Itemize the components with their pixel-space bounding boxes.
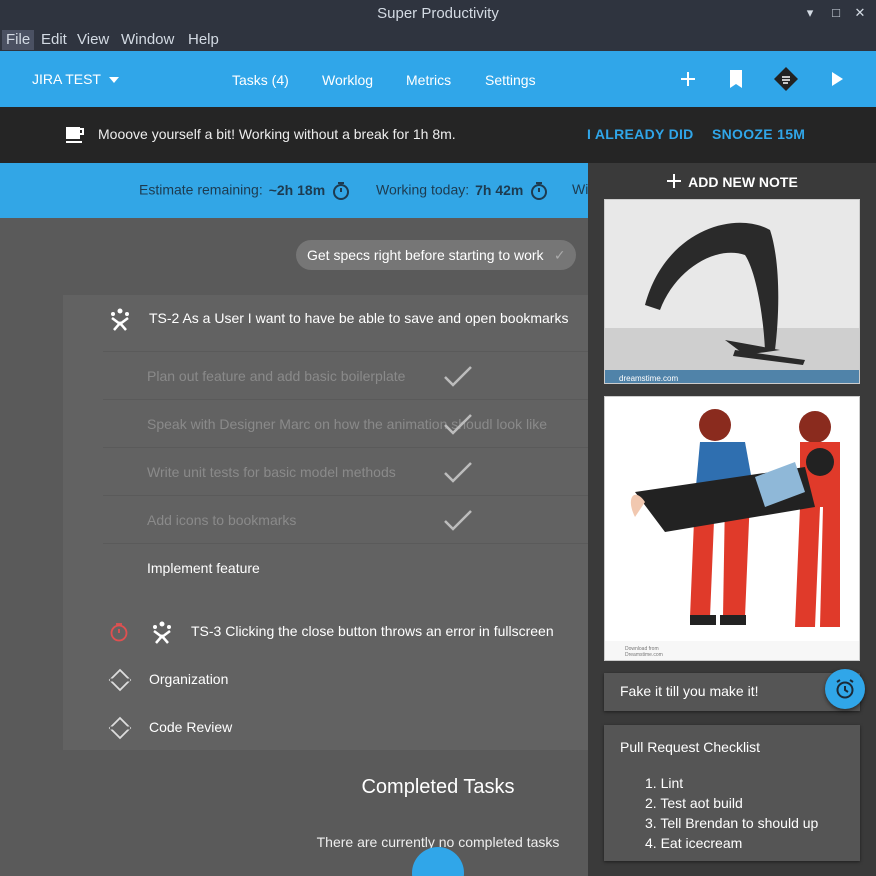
nav-settings[interactable]: Settings bbox=[485, 72, 536, 88]
illustration-image: Download from Dreamstime.com bbox=[605, 397, 859, 660]
add-note-button[interactable]: ADD NEW NOTE bbox=[588, 173, 876, 190]
checklist-item: 3. Tell Brendan to should up bbox=[645, 815, 819, 831]
working-value: 7h 42m bbox=[475, 181, 524, 198]
subtask-item[interactable]: Speak with Designer Marc on how the anim… bbox=[103, 399, 588, 447]
estimate-stat: Estimate remaining: ~2h 18m bbox=[139, 181, 350, 201]
completed-tasks-heading: Completed Tasks bbox=[361, 776, 515, 798]
text-note[interactable]: Fake it till you make it! bbox=[604, 673, 860, 711]
image-note[interactable]: dreamstime.com bbox=[604, 199, 860, 384]
coffee-icon bbox=[66, 127, 84, 143]
checklist-item: 1. Lint bbox=[645, 775, 684, 791]
task-title: Organization bbox=[149, 671, 229, 687]
focus-task-label: Get specs right before starting to work bbox=[307, 247, 544, 263]
timer-icon bbox=[333, 182, 350, 200]
jira-icon bbox=[153, 621, 171, 644]
check-icon[interactable] bbox=[443, 460, 473, 484]
caret-down-icon bbox=[108, 77, 119, 84]
work-stats-bar: Estimate remaining: ~2h 18m Working today… bbox=[0, 163, 588, 218]
working-label: Working today: bbox=[376, 181, 470, 198]
maximize-button[interactable]: □ bbox=[827, 4, 845, 22]
menu-bar: File Edit View Window Help bbox=[0, 27, 876, 51]
estimate-label: Estimate remaining: bbox=[139, 181, 263, 198]
estimate-value: ~2h 18m bbox=[268, 181, 326, 198]
subtask-item[interactable]: Write unit tests for basic model methods bbox=[103, 447, 588, 495]
stat-overflow: Wi bbox=[572, 181, 588, 197]
play-icon bbox=[832, 72, 843, 86]
play-button[interactable] bbox=[823, 65, 851, 93]
window-titlebar: Super Productivity ▾ □ ✕ bbox=[0, 0, 876, 27]
image-watermark: dreamstime.com bbox=[619, 374, 678, 383]
close-button[interactable]: ✕ bbox=[851, 4, 869, 22]
task-item[interactable]: TS-2 As a User I want to have be able to… bbox=[63, 295, 588, 343]
yoga-photo: dreamstime.com bbox=[605, 200, 859, 383]
checklist: 1. Lint 2. Test aot build 3. Tell Brenda… bbox=[645, 773, 818, 853]
subtask-title: Implement feature bbox=[147, 560, 260, 576]
completed-empty-text: There are currently no completed tasks bbox=[316, 834, 560, 850]
check-icon[interactable] bbox=[443, 412, 473, 436]
subtask-title: Write unit tests for basic model methods bbox=[147, 464, 396, 480]
nav-metrics[interactable]: Metrics bbox=[406, 72, 451, 88]
checklist-note[interactable]: Pull Request Checklist 1. Lint 2. Test a… bbox=[604, 725, 860, 861]
subtask-title: Plan out feature and add basic boilerpla… bbox=[147, 368, 406, 384]
checklist-title: Pull Request Checklist bbox=[620, 739, 761, 755]
minimize-button[interactable]: ▾ bbox=[801, 4, 819, 22]
task-item[interactable]: TS-3 Clicking the close button throws an… bbox=[63, 608, 588, 656]
plus-icon bbox=[667, 174, 682, 188]
nav-worklog[interactable]: Worklog bbox=[322, 72, 373, 88]
timer-icon bbox=[110, 623, 128, 642]
notes-toggle-button[interactable] bbox=[772, 65, 800, 93]
subtask-item[interactable]: Plan out feature and add basic boilerpla… bbox=[103, 351, 588, 399]
add-task-button[interactable] bbox=[674, 65, 702, 93]
break-reminder-banner: Mooove yourself a bit! Working without a… bbox=[0, 107, 876, 163]
task-item[interactable]: Code Review bbox=[63, 704, 588, 752]
task-title: Code Review bbox=[149, 719, 233, 735]
image-caption-2: Dreamstime.com bbox=[625, 652, 663, 658]
focus-task-chip[interactable]: Get specs right before starting to work … bbox=[296, 240, 576, 270]
already-did-button[interactable]: I ALREADY DID bbox=[587, 126, 694, 142]
app-header: JIRA TEST Tasks (4) Worklog Metrics Sett… bbox=[0, 51, 876, 107]
bookmarks-button[interactable] bbox=[722, 65, 750, 93]
reminder-button[interactable] bbox=[825, 669, 865, 709]
subtask-title: Speak with Designer Marc on how the anim… bbox=[147, 416, 547, 432]
task-main-area: Estimate remaining: ~2h 18m Working today… bbox=[0, 163, 588, 876]
task-list: TS-2 As a User I want to have be able to… bbox=[63, 295, 588, 750]
checklist-item: 4. Eat icecream bbox=[645, 835, 743, 851]
jira-icon bbox=[111, 308, 129, 331]
nav-tasks[interactable]: Tasks (4) bbox=[232, 72, 289, 88]
menu-file[interactable]: File bbox=[2, 30, 35, 50]
check-icon[interactable] bbox=[443, 364, 473, 388]
notes-panel: ADD NEW NOTE dreamstime.com Download fro… bbox=[588, 163, 876, 876]
task-title: TS-3 Clicking the close button throws an… bbox=[191, 623, 554, 639]
checklist-item: 2. Test aot build bbox=[645, 795, 743, 811]
menu-edit[interactable]: Edit bbox=[37, 30, 71, 50]
break-message: Mooove yourself a bit! Working without a… bbox=[98, 126, 456, 142]
repeat-icon bbox=[108, 668, 132, 692]
working-stat: Working today: 7h 42m bbox=[376, 181, 548, 201]
alarm-clock-icon bbox=[836, 679, 854, 699]
project-switcher[interactable]: JIRA TEST bbox=[32, 71, 119, 87]
plus-icon bbox=[681, 72, 695, 86]
subtask-item[interactable]: Add icons to bookmarks bbox=[103, 495, 588, 543]
check-icon[interactable]: ✓ bbox=[554, 240, 566, 270]
completed-fab-button[interactable] bbox=[412, 847, 464, 876]
image-note[interactable]: Download from Dreamstime.com bbox=[604, 396, 860, 661]
note-text: Fake it till you make it! bbox=[620, 683, 759, 699]
task-item[interactable]: Organization bbox=[63, 656, 588, 704]
menu-window[interactable]: Window bbox=[117, 30, 178, 50]
task-title: TS-2 As a User I want to have be able to… bbox=[149, 310, 569, 326]
subtask-item[interactable]: Implement feature bbox=[103, 543, 588, 591]
check-icon[interactable] bbox=[443, 508, 473, 532]
bookmark-icon bbox=[730, 70, 742, 88]
note-icon bbox=[774, 67, 798, 91]
timer-icon bbox=[531, 182, 548, 200]
menu-view[interactable]: View bbox=[73, 30, 113, 50]
add-note-label: ADD NEW NOTE bbox=[688, 174, 798, 190]
window-title: Super Productivity bbox=[377, 5, 499, 22]
menu-help[interactable]: Help bbox=[184, 30, 223, 50]
snooze-button[interactable]: SNOOZE 15M bbox=[712, 126, 805, 142]
project-name: JIRA TEST bbox=[32, 71, 101, 87]
subtask-title: Add icons to bookmarks bbox=[147, 512, 297, 528]
repeat-icon bbox=[108, 716, 132, 740]
